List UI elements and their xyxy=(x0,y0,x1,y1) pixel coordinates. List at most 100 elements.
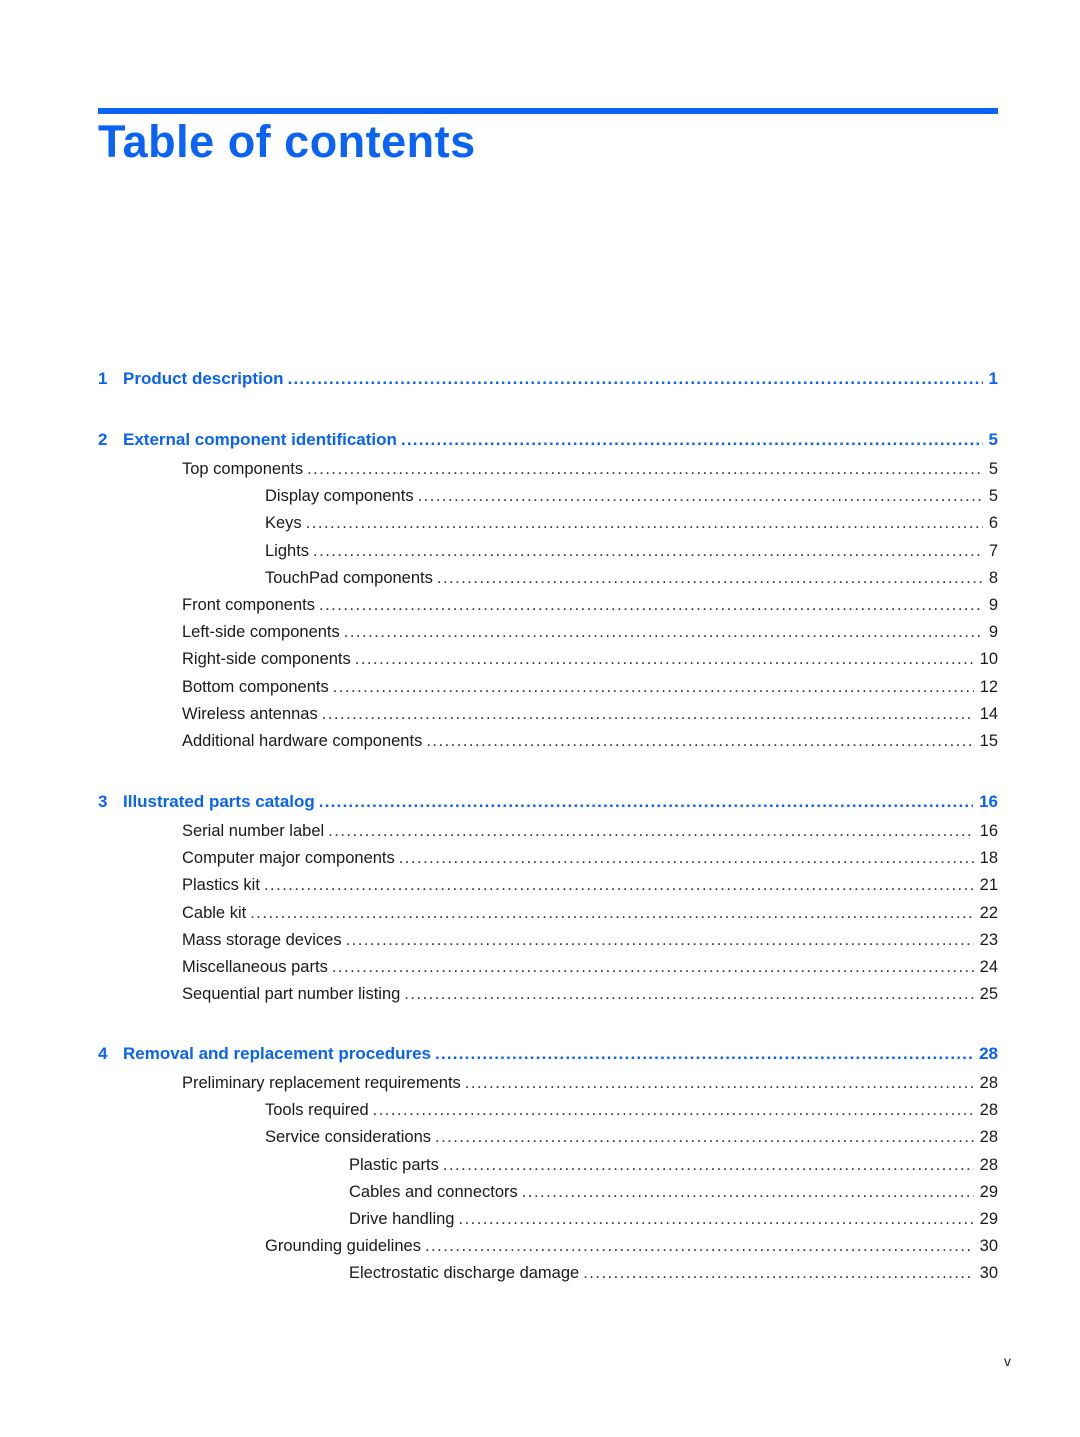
section-page-number: 10 xyxy=(979,650,998,669)
chapter-title: Product description xyxy=(123,369,284,388)
section-title: Electrostatic discharge damage xyxy=(349,1264,580,1283)
toc-section-entry[interactable]: Plastic parts 28 xyxy=(98,1154,998,1176)
chapter-title: Removal and replacement procedures xyxy=(123,1044,432,1063)
section-page-number: 18 xyxy=(979,849,998,868)
toc-section-entry[interactable]: Mass storage devices 23 xyxy=(98,929,998,951)
toc-section-entry[interactable]: Serial number label 16 xyxy=(98,820,998,842)
dot-leader xyxy=(250,902,973,924)
chapter-page-number: 16 xyxy=(979,792,998,811)
dot-leader xyxy=(404,983,973,1005)
section-page-number: 22 xyxy=(979,903,998,922)
toc-chapter-entry[interactable]: 1 Product description 1 xyxy=(98,368,998,390)
toc-section-entry[interactable]: Wireless antennas 14 xyxy=(98,703,998,725)
dot-leader xyxy=(333,676,974,698)
toc-section-entry[interactable]: Display components 5 xyxy=(98,485,998,507)
toc-section-entry[interactable]: Sequential part number listing 25 xyxy=(98,983,998,1005)
section-page-number: 28 xyxy=(979,1155,998,1174)
chapter-number: 2 xyxy=(98,430,108,449)
toc-section-entry[interactable]: Cable kit 22 xyxy=(98,902,998,924)
dot-leader xyxy=(435,1043,973,1065)
toc-section-entry[interactable]: Drive handling 29 xyxy=(98,1208,998,1230)
section-page-number: 5 xyxy=(988,487,998,506)
chapter-title: External component identification xyxy=(123,430,397,449)
section-title: Mass storage devices xyxy=(182,930,342,949)
toc-section-entry[interactable]: Front components 9 xyxy=(98,594,998,616)
chapter-label: 4 Removal and replacement procedures xyxy=(98,1043,435,1065)
dot-leader xyxy=(355,648,974,670)
section-title: Bottom components xyxy=(182,677,329,696)
section-title: Drive handling xyxy=(349,1210,455,1228)
chapter-label: 3 Illustrated parts catalog xyxy=(98,791,319,813)
section-title: Sequential part number listing xyxy=(182,985,401,1004)
chapter-label: 1 Product description xyxy=(98,368,288,390)
dot-leader xyxy=(437,567,983,589)
section-title: Serial number label xyxy=(182,822,325,840)
section-title: Preliminary replacement requirements xyxy=(182,1074,461,1092)
section-page-number: 28 xyxy=(979,1101,998,1120)
toc-section-entry[interactable]: Computer major components 18 xyxy=(98,847,998,869)
page-title: Table of contents xyxy=(98,116,476,167)
dot-leader xyxy=(426,730,973,752)
dot-leader xyxy=(458,1208,973,1230)
toc-section-entry[interactable]: Miscellaneous parts 24 xyxy=(98,956,998,978)
toc-section-entry[interactable]: Right-side components 10 xyxy=(98,648,998,670)
section-title: Display components xyxy=(265,487,414,506)
section-title: Keys xyxy=(265,514,302,533)
dot-leader xyxy=(443,1154,974,1176)
dot-leader xyxy=(373,1099,974,1121)
section-title: Computer major components xyxy=(182,849,395,868)
section-page-number: 28 xyxy=(979,1128,998,1147)
toc-chapter-entry[interactable]: 3 Illustrated parts catalog 16 xyxy=(98,791,998,813)
toc-section-entry[interactable]: Preliminary replacement requirements 28 xyxy=(98,1072,998,1094)
dot-leader xyxy=(425,1235,974,1257)
dot-leader xyxy=(435,1126,974,1148)
toc-section-entry[interactable]: Plastics kit 21 xyxy=(98,874,998,896)
chapter-page-number: 28 xyxy=(979,1044,998,1063)
section-title: Left-side components xyxy=(182,623,340,642)
dot-leader xyxy=(332,956,974,978)
toc-section-entry[interactable]: Lights 7 xyxy=(98,540,998,562)
section-title: Plastics kit xyxy=(182,876,260,895)
dot-leader xyxy=(344,621,983,643)
section-title: Miscellaneous parts xyxy=(182,958,328,976)
section-page-number: 28 xyxy=(979,1074,998,1092)
dot-leader xyxy=(401,429,983,451)
toc-section-entry[interactable]: Bottom components 12 xyxy=(98,676,998,698)
title-rule xyxy=(98,108,998,114)
toc-section-entry[interactable]: Service considerations 28 xyxy=(98,1126,998,1148)
dot-leader xyxy=(264,874,974,896)
section-page-number: 14 xyxy=(979,704,998,723)
section-page-number: 29 xyxy=(979,1182,998,1201)
section-title: Service considerations xyxy=(265,1128,431,1147)
toc-section-entry[interactable]: Cables and connectors 29 xyxy=(98,1181,998,1203)
chapter-number: 3 xyxy=(98,792,108,811)
section-page-number: 16 xyxy=(979,822,998,840)
toc-section-entry[interactable]: Left-side components 9 xyxy=(98,621,998,643)
section-title: Cables and connectors xyxy=(349,1182,518,1201)
section-title: Grounding guidelines xyxy=(265,1237,421,1256)
toc-section-entry[interactable]: TouchPad components 8 xyxy=(98,567,998,589)
section-page-number: 15 xyxy=(979,732,998,750)
section-page-number: 9 xyxy=(988,623,998,642)
chapter-title: Illustrated parts catalog xyxy=(123,792,315,811)
section-page-number: 25 xyxy=(979,985,998,1004)
dot-leader xyxy=(313,540,983,562)
chapter-number: 1 xyxy=(98,369,108,388)
toc-chapter-entry[interactable]: 4 Removal and replacement procedures 28 xyxy=(98,1043,998,1065)
section-title: Tools required xyxy=(265,1101,369,1120)
section-title: Cable kit xyxy=(182,903,247,922)
toc-chapter-entry[interactable]: 2 External component identification 5 xyxy=(98,429,998,451)
toc-section-entry[interactable]: Electrostatic discharge damage 30 xyxy=(98,1262,998,1284)
toc-section-entry[interactable]: Additional hardware components 15 xyxy=(98,730,998,752)
dot-leader xyxy=(522,1181,974,1203)
dot-leader xyxy=(319,594,983,616)
toc-section-entry[interactable]: Top components 5 xyxy=(98,458,998,480)
chapter-number: 4 xyxy=(98,1044,108,1063)
section-title: Front components xyxy=(182,596,315,614)
section-page-number: 7 xyxy=(988,541,998,560)
toc-section-entry[interactable]: Keys 6 xyxy=(98,512,998,534)
toc-section-entry[interactable]: Grounding guidelines 30 xyxy=(98,1235,998,1257)
toc-section-entry[interactable]: Tools required 28 xyxy=(98,1099,998,1121)
dot-leader xyxy=(322,703,974,725)
dot-leader xyxy=(418,485,983,507)
